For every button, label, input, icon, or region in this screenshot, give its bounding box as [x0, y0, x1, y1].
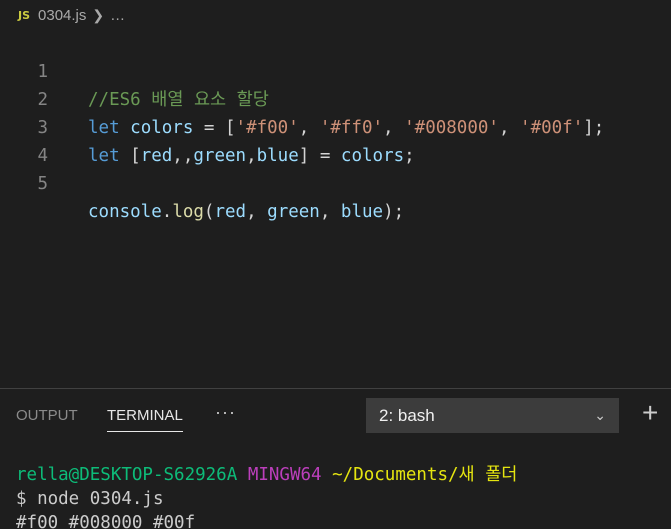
code-line-4[interactable]: 4 — [0, 114, 671, 166]
prompt-path: ~/Documents/새 폴더 — [332, 465, 518, 485]
terminal-command-line: $ node 0304.js — [16, 489, 164, 509]
code-editor[interactable]: 1 //ES6 배열 요소 할당 2 let colors = ['#f00',… — [0, 30, 671, 388]
breadcrumb-more[interactable]: … — [110, 7, 125, 24]
terminal-result-line: #f00 #008000 #00f — [16, 513, 196, 529]
code-punct: ); — [383, 202, 405, 222]
code-variable: green — [267, 202, 320, 222]
code-punct: , — [319, 202, 341, 222]
terminal-output[interactable]: rella@DESKTOP-S62926A MINGW64 ~/Document… — [16, 463, 517, 529]
more-actions-icon[interactable]: ··· — [215, 402, 236, 423]
code-variable: console — [88, 202, 162, 222]
code-line-2[interactable]: 2 let colors = ['#f00', '#ff0', '#008000… — [0, 58, 671, 138]
line-number: 5 — [37, 174, 48, 194]
code-line-3[interactable]: 3 let [red,,green,blue] = colors; — [0, 86, 671, 166]
new-terminal-button[interactable]: + — [642, 398, 658, 428]
javascript-file-icon: JS — [18, 8, 31, 22]
breadcrumb: JS 0304.js ❯ … — [0, 0, 671, 30]
tab-output[interactable]: OUTPUT — [16, 407, 78, 424]
panel-tab-bar: OUTPUT TERMINAL ··· 2: bash ⌄ + — [0, 389, 671, 445]
chevron-right-icon: ❯ — [92, 6, 105, 23]
code-function: log — [172, 202, 204, 222]
code-punct: ( — [203, 202, 215, 222]
terminal-select[interactable]: 2: bash ⌄ — [366, 398, 619, 433]
chevron-down-icon: ⌄ — [594, 407, 606, 423]
bottom-panel: OUTPUT TERMINAL ··· 2: bash ⌄ + rella@DE… — [0, 388, 671, 529]
code-variable: red — [214, 202, 247, 222]
code-line-1[interactable]: 1 //ES6 배열 요소 할당 — [0, 30, 671, 110]
prompt-user: rella@DESKTOP-S62926A — [16, 465, 238, 485]
prompt-env: MINGW64 — [247, 465, 322, 485]
code-line-5[interactable]: 5 console.log(red, green, blue); — [0, 142, 671, 222]
code-punct: , — [246, 202, 268, 222]
tab-terminal[interactable]: TERMINAL — [107, 407, 183, 432]
code-variable: blue — [340, 202, 384, 222]
code-punct: . — [161, 202, 173, 222]
terminal-select-value: 2: bash — [379, 406, 435, 425]
breadcrumb-file[interactable]: 0304.js — [38, 7, 86, 24]
terminal-prompt-line: rella@DESKTOP-S62926A MINGW64 ~/Document… — [16, 463, 517, 487]
